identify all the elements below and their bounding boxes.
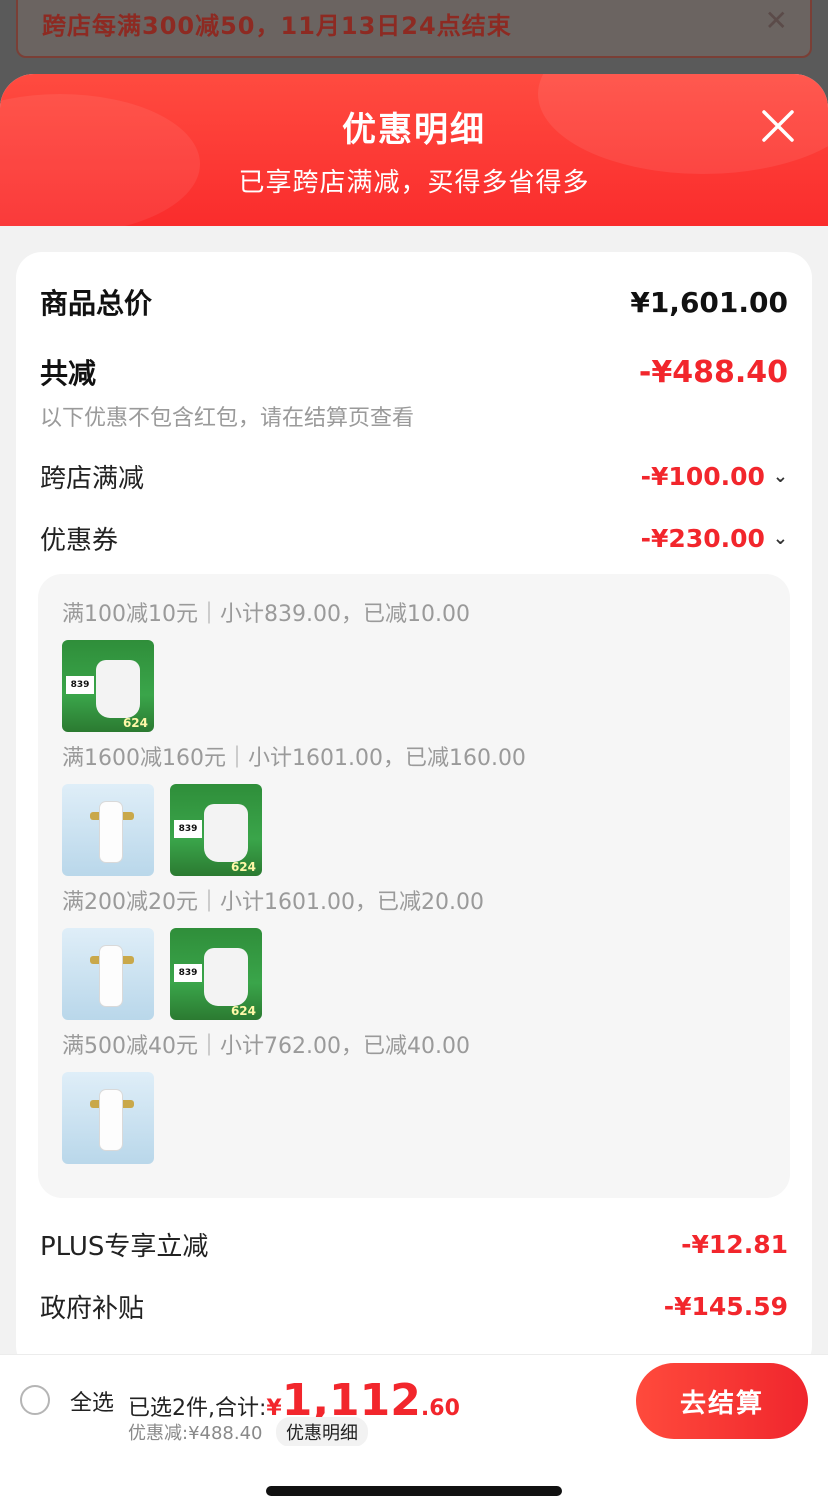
sheet-header: 优惠明细 已享跨店满减，买得多省得多 <box>0 74 828 226</box>
promo-banner: 跨店每满300减50，11月13日24点结束 ✕ <box>16 0 812 58</box>
reduce-note: 以下优惠不包含红包，请在结算页查看 <box>40 406 415 431</box>
home-area <box>0 1446 828 1511</box>
filter-shape <box>100 946 122 1006</box>
product-thumb-filter[interactable] <box>62 784 154 876</box>
coupon-value: -¥230.00 <box>640 524 765 553</box>
product-thumb-toilet[interactable]: 839 624 <box>62 640 154 732</box>
coupon-products: 839 624 <box>62 928 262 1020</box>
toilet-shape <box>204 948 248 1006</box>
sheet-subtitle: 已享跨店满减，买得多省得多 <box>238 168 590 198</box>
chevron-down-icon[interactable]: ⌄ <box>773 528 788 549</box>
selected-count: 已选2件,合计: <box>128 1396 267 1421</box>
plus-value: -¥12.81 <box>681 1230 788 1259</box>
coupon-line: 满1600减160元｜小计1601.00，已减160.00 <box>62 746 526 771</box>
promo-banner-text: 跨店每满300减50，11月13日24点结束 <box>42 12 512 40</box>
total-reduce-row: 共减 -¥488.40 <box>40 352 788 392</box>
product-thumb-toilet[interactable]: 839 624 <box>170 784 262 876</box>
promo-price: 624 <box>230 1004 256 1018</box>
filter-shape <box>100 802 122 862</box>
price-tag: 839 <box>174 820 202 838</box>
cross-store-price: -¥100.00 ⌄ <box>641 462 788 491</box>
product-thumb-filter[interactable] <box>62 1072 154 1164</box>
promo-price: 624 <box>230 860 256 874</box>
total-price-row: 商品总价 ¥1,601.00 <box>40 282 788 322</box>
product-thumb-filter[interactable] <box>62 928 154 1020</box>
total-reduce-value: -¥488.40 <box>638 354 788 390</box>
checkout-button[interactable]: 去结算 <box>636 1363 808 1439</box>
coupon-label: 优惠券 <box>40 526 119 556</box>
gov-subsidy-row: 政府补贴 -¥145.59 <box>40 1288 788 1325</box>
discount-detail-link[interactable]: 优惠明细 <box>276 1417 368 1447</box>
chevron-down-icon[interactable]: ⌄ <box>773 466 788 487</box>
coupon-price: -¥230.00 ⌄ <box>641 524 788 553</box>
close-icon[interactable] <box>756 104 800 148</box>
product-thumb-toilet[interactable]: 839 624 <box>170 928 262 1020</box>
coupon-line: 满100减10元｜小计839.00，已减10.00 <box>62 602 470 627</box>
home-indicator[interactable] <box>266 1486 562 1496</box>
coupon-detail-box: 满100减10元｜小计839.00，已减10.00 839 624 满1600减… <box>38 574 790 1198</box>
currency-symbol: ¥ <box>266 1396 282 1421</box>
select-all-label[interactable]: 全选 <box>70 1385 114 1417</box>
coupon-row[interactable]: 优惠券 -¥230.00 ⌄ <box>40 520 788 557</box>
cross-store-label: 跨店满减 <box>40 464 145 494</box>
gov-subsidy-label: 政府补贴 <box>40 1294 145 1324</box>
plus-label: PLUS专享立减 <box>40 1232 209 1262</box>
filter-shape <box>100 1090 122 1150</box>
price-tag: 839 <box>66 676 94 694</box>
discount-detail-sheet: 优惠明细 已享跨店满减，买得多省得多 商品总价 ¥1,601.00 共减 -¥4… <box>0 74 828 1511</box>
promo-price: 624 <box>122 716 148 730</box>
coupon-products: 839 624 <box>62 784 262 876</box>
price-tag: 839 <box>174 964 202 982</box>
coupon-line: 满200减20元｜小计1601.00，已减20.00 <box>62 890 484 915</box>
total-price-label: 商品总价 <box>40 287 153 320</box>
total-price-value: ¥1,601.00 <box>630 285 788 319</box>
total-reduce-label: 共减 <box>40 357 97 390</box>
coupon-products: 839 624 <box>62 640 154 732</box>
coupon-line: 满500减40元｜小计762.00，已减40.00 <box>62 1034 470 1059</box>
discount-amount: 优惠减:¥488.40 <box>128 1423 263 1444</box>
checkout-bar: 全选 已选2件,合计: ¥ 1,112 .60 优惠减:¥488.40 优惠明细… <box>0 1354 828 1447</box>
discount-card: 商品总价 ¥1,601.00 共减 -¥488.40 以下优惠不包含红包，请在结… <box>16 252 812 1372</box>
select-all-checkbox[interactable] <box>20 1385 50 1415</box>
total-decimal: .60 <box>420 1396 460 1421</box>
cross-store-value: -¥100.00 <box>640 462 765 491</box>
toilet-shape <box>204 804 248 862</box>
promo-banner-close-icon[interactable]: ✕ <box>765 4 788 37</box>
cross-store-row[interactable]: 跨店满减 -¥100.00 ⌄ <box>40 458 788 495</box>
plus-row: PLUS专享立减 -¥12.81 <box>40 1226 788 1263</box>
coupon-products <box>62 1072 154 1164</box>
sheet-title: 优惠明细 <box>342 110 486 150</box>
toilet-shape <box>96 660 140 718</box>
gov-subsidy-value: -¥145.59 <box>663 1292 788 1321</box>
